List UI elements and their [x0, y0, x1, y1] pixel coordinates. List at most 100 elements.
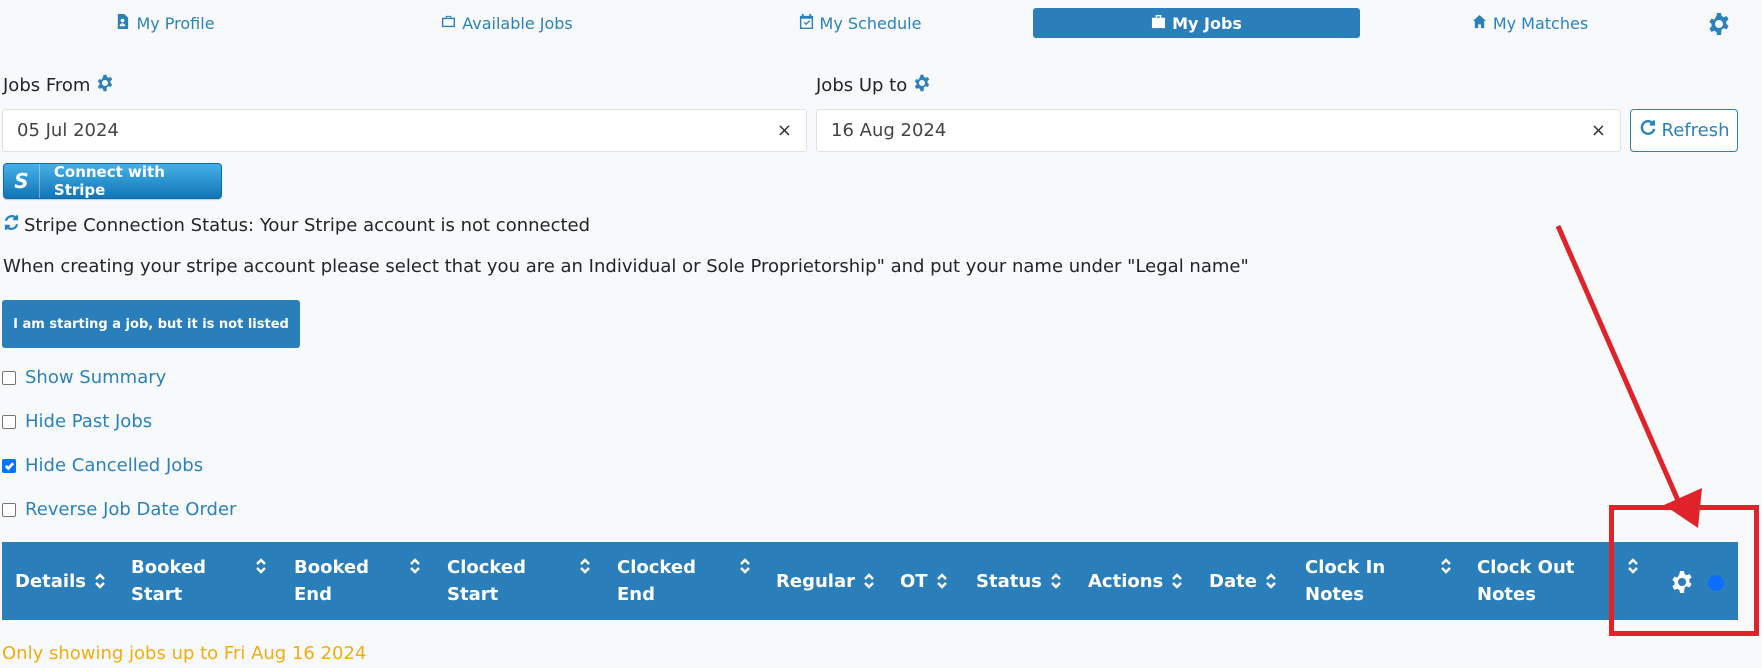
column-clocked-end-line2: End [617, 584, 655, 605]
column-details[interactable]: Details [15, 542, 106, 620]
show-summary-checkbox[interactable] [2, 370, 16, 385]
column-booked-end-line2: End [294, 584, 332, 605]
sort-icon[interactable] [1265, 571, 1277, 591]
column-booked-start-line2: Start [131, 584, 183, 605]
column-clock-out-notes-line2: Notes [1477, 584, 1536, 605]
nav-my-schedule-label: My Schedule [819, 13, 922, 33]
nav-my-matches-label: My Matches [1492, 13, 1589, 33]
hide-past-jobs-option[interactable]: Hide Past Jobs [2, 411, 152, 432]
jobs-up-to-date-value: 16 Aug 2024 [831, 120, 947, 141]
column-actions-label: Actions [1088, 570, 1164, 592]
checkmark-icon [4, 462, 14, 471]
jobs-up-to-date-input[interactable]: 16 Aug 2024 × [816, 109, 1621, 152]
hide-cancelled-jobs-label[interactable]: Hide Cancelled Jobs [25, 455, 203, 476]
stripe-status-text: Stripe Connection Status: Your Stripe ac… [24, 214, 591, 236]
sort-icon[interactable] [409, 556, 421, 576]
nav-my-matches[interactable]: My Matches [1470, 8, 1590, 38]
refresh-icon [1639, 119, 1657, 142]
reverse-job-date-order-label[interactable]: Reverse Job Date Order [25, 499, 236, 520]
stripe-connection-status: Stripe Connection Status: Your Stripe ac… [3, 214, 590, 236]
column-booked-end-label: Booked End [294, 554, 369, 608]
column-actions[interactable]: Actions [1088, 542, 1183, 620]
sort-icon[interactable] [936, 571, 948, 591]
column-clock-in-notes-line2: Notes [1305, 584, 1364, 605]
column-clocked-start-label: Clocked Start [447, 554, 526, 608]
nav-my-jobs-label: My Jobs [1172, 13, 1242, 33]
hide-cancelled-jobs-option[interactable]: Hide Cancelled Jobs [2, 455, 203, 476]
sort-icon[interactable] [1171, 571, 1183, 591]
calendar-check-icon [799, 13, 814, 33]
annotation-highlight-box [1609, 505, 1759, 636]
sort-icon[interactable] [863, 571, 875, 591]
column-clock-in-notes-label: Clock In Notes [1305, 554, 1385, 608]
profile-icon [115, 13, 130, 33]
sort-icon[interactable] [1440, 556, 1452, 576]
clear-icon[interactable]: × [777, 120, 792, 141]
show-summary-option[interactable]: Show Summary [2, 367, 166, 388]
column-clocked-end[interactable]: Clocked End [617, 542, 777, 620]
job-not-listed-button[interactable]: I am starting a job, but it is not liste… [2, 300, 300, 348]
jobs-from-label-row: Jobs From [3, 74, 114, 97]
column-clock-in-notes[interactable]: Clock In Notes [1305, 542, 1455, 620]
jobs-table-header: Details Booked Start Booked End Clocked … [2, 542, 1738, 620]
column-clock-out-notes-line1: Clock Out [1477, 557, 1575, 578]
nav-my-profile-label: My Profile [136, 13, 215, 33]
sort-icon[interactable] [94, 571, 106, 591]
column-clock-out-notes-label: Clock Out Notes [1477, 554, 1574, 608]
column-booked-end[interactable]: Booked End [294, 542, 434, 620]
jobs-up-to-label: Jobs Up to [816, 75, 908, 96]
column-date-label: Date [1209, 570, 1257, 592]
stripe-logo-icon: S [4, 164, 40, 198]
sort-icon[interactable] [579, 556, 591, 576]
hide-past-jobs-checkbox[interactable] [2, 414, 16, 429]
column-clocked-end-line1: Clocked [617, 557, 696, 578]
column-clocked-end-label: Clocked End [617, 554, 696, 608]
stripe-instructions: When creating your stripe account please… [3, 256, 1249, 277]
gear-icon[interactable] [96, 74, 114, 97]
hide-past-jobs-label[interactable]: Hide Past Jobs [25, 411, 152, 432]
column-booked-start-line1: Booked [131, 557, 207, 578]
nav-available-jobs-label: Available Jobs [462, 13, 573, 33]
column-regular-label: Regular [776, 570, 855, 592]
column-date[interactable]: Date [1209, 542, 1277, 620]
clear-icon[interactable]: × [1591, 120, 1606, 141]
connect-stripe-label: Connect with Stripe [53, 163, 165, 199]
column-clocked-start-line2: Start [447, 584, 499, 605]
sort-icon[interactable] [739, 556, 751, 576]
sort-icon[interactable] [255, 556, 267, 576]
column-details-label: Details [15, 570, 86, 592]
column-clocked-start-line1: Clocked [447, 557, 526, 578]
column-regular[interactable]: Regular [776, 542, 875, 620]
column-clocked-start[interactable]: Clocked Start [447, 542, 607, 620]
reverse-job-date-order-checkbox[interactable] [2, 502, 16, 517]
gear-icon[interactable] [913, 74, 931, 97]
sync-icon[interactable] [3, 214, 20, 236]
column-booked-end-line1: Booked [294, 557, 370, 578]
briefcase-icon [441, 14, 456, 33]
jobs-from-date-input[interactable]: 05 Jul 2024 × [2, 109, 807, 152]
briefcase-icon [1151, 14, 1166, 33]
jobs-up-to-label-row: Jobs Up to [816, 74, 931, 97]
jobs-from-date-value: 05 Jul 2024 [17, 120, 119, 141]
column-booked-start[interactable]: Booked Start [131, 542, 271, 620]
sort-icon[interactable] [1050, 571, 1062, 591]
column-status-label: Status [976, 570, 1042, 592]
top-nav: My Profile Available Jobs My Schedule My… [0, 0, 1762, 44]
nav-my-schedule[interactable]: My Schedule [795, 8, 925, 38]
column-ot[interactable]: OT [900, 542, 948, 620]
gear-icon[interactable] [1707, 12, 1731, 36]
date-range-notice: Only showing jobs up to Fri Aug 16 2024 [2, 643, 367, 664]
connect-stripe-button[interactable]: S Connect with Stripe [3, 163, 222, 199]
jobs-from-label: Jobs From [3, 75, 91, 96]
nav-available-jobs[interactable]: Available Jobs [432, 8, 582, 38]
column-booked-start-label: Booked Start [131, 554, 206, 608]
nav-my-profile[interactable]: My Profile [110, 8, 220, 38]
column-status[interactable]: Status [976, 542, 1062, 620]
column-clock-in-notes-line1: Clock In [1305, 557, 1386, 578]
reverse-job-date-order-option[interactable]: Reverse Job Date Order [2, 499, 236, 520]
refresh-button[interactable]: Refresh [1630, 109, 1738, 152]
show-summary-label[interactable]: Show Summary [25, 367, 166, 388]
hide-cancelled-jobs-checkbox[interactable] [2, 458, 16, 473]
nav-my-jobs[interactable]: My Jobs [1033, 8, 1360, 38]
refresh-label: Refresh [1661, 120, 1730, 141]
